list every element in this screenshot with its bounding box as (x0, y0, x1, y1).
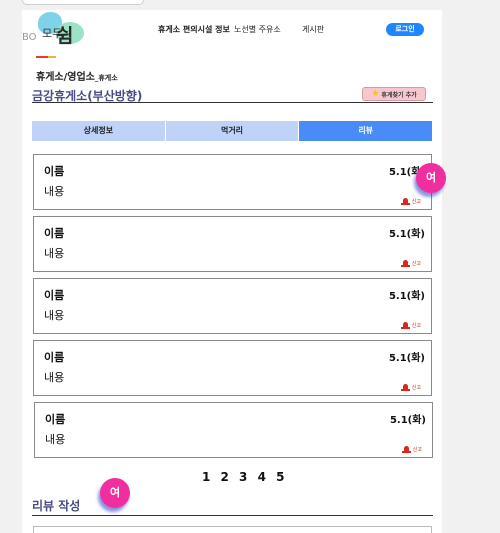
review-content: 내용 (44, 185, 65, 198)
siren-icon (400, 259, 410, 267)
write-divider (32, 515, 433, 516)
review-card: 이름 내용 5.1(화) 신고 (33, 216, 432, 272)
review-card: 이름 내용 5.1(화) 신고 (34, 402, 433, 458)
star-icon: ★ (371, 88, 380, 99)
report-label: 신고 (411, 260, 421, 267)
review-content: 내용 (44, 309, 65, 322)
breadcrumb: 휴게소/영업소_휴게소 (36, 68, 118, 83)
page-container: BO 모두 쉼 휴게소 편의시설 정보 노선별 주유소 게시판 로그인 휴게소/… (22, 10, 442, 533)
review-date: 5.1(화) (388, 353, 425, 364)
siren-icon (400, 321, 410, 329)
review-author: 이름 (44, 351, 65, 364)
review-author: 이름 (44, 227, 65, 240)
review-date: 5.1(화) (389, 415, 426, 426)
review-content: 내용 (44, 247, 65, 260)
review-content: 내용 (45, 433, 66, 446)
breadcrumb-main: 휴게소/영업소 (36, 72, 95, 83)
review-content: 내용 (44, 371, 65, 384)
login-button[interactable]: 로그인 (386, 23, 424, 36)
site-logo[interactable]: BO 모두 쉼 (22, 12, 92, 47)
siren-icon (400, 383, 410, 391)
report-label: 신고 (411, 322, 421, 329)
breadcrumb-sub: _휴게소 (94, 74, 118, 82)
review-date: 5.1(화) (388, 291, 425, 302)
nav-board[interactable]: 게시판 (302, 24, 324, 35)
floating-chat-button[interactable]: 여 (100, 478, 130, 508)
add-favorite-button[interactable]: ★ 휴게찾기 추가 (362, 87, 426, 101)
add-favorite-label: 휴게찾기 추가 (381, 91, 417, 99)
accent-bar (36, 56, 56, 58)
tab-reviews[interactable]: 리뷰 (299, 121, 433, 141)
report-button[interactable]: 신고 (400, 259, 421, 267)
report-label: 신고 (411, 384, 421, 391)
logo-overlay-text: BO (22, 32, 37, 43)
review-card: 이름 내용 5.1(화) 신고 (33, 340, 432, 396)
review-author: 이름 (44, 289, 65, 302)
tab-bar: 상세정보 먹거리 리뷰 (32, 121, 433, 141)
tab-details[interactable]: 상세정보 (32, 121, 165, 141)
report-label: 신고 (412, 446, 422, 453)
report-button[interactable]: 신고 (400, 383, 421, 391)
siren-icon (400, 197, 410, 205)
review-date: 5.1(화) (388, 229, 425, 240)
nav-gas-stations-by-route[interactable]: 노선별 주유소 (234, 24, 281, 35)
floating-chat-button[interactable]: 여 (416, 163, 446, 193)
report-button[interactable]: 신고 (400, 197, 421, 205)
top-scroll-stub (22, 0, 144, 5)
review-write-title: 리뷰 작성 (32, 499, 81, 513)
review-author: 이름 (44, 165, 65, 178)
siren-icon (401, 445, 411, 453)
review-author: 이름 (45, 413, 66, 426)
review-card: 이름 내용 5.1(화) 신고 (33, 278, 432, 334)
pagination[interactable]: 1 2 3 4 5 (202, 470, 287, 484)
logo-main: 쉼 (56, 25, 74, 47)
nav-rest-area-facilities[interactable]: 휴게소 편의시설 정보 (158, 24, 230, 35)
title-divider (32, 102, 433, 103)
review-input-box[interactable] (33, 526, 432, 533)
tab-food[interactable]: 먹거리 (165, 121, 299, 141)
report-button[interactable]: 신고 (400, 321, 421, 329)
review-card: 이름 내용 5.1(화) 신고 (33, 154, 432, 210)
report-label: 신고 (411, 198, 421, 205)
report-button[interactable]: 신고 (401, 445, 422, 453)
